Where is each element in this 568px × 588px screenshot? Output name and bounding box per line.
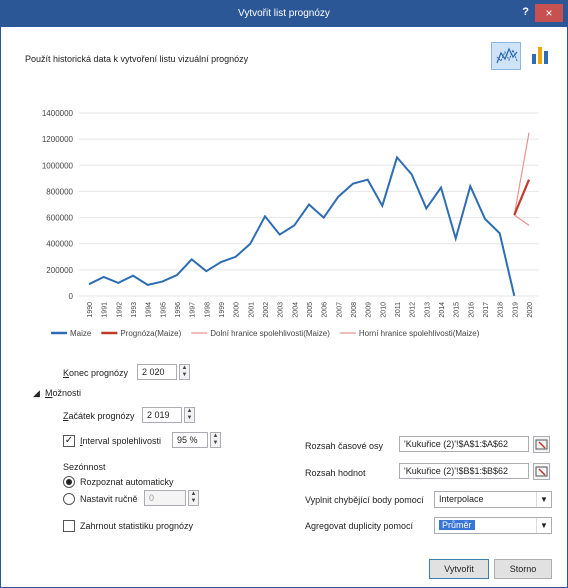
forecast-end-spinner[interactable]: ▲ ▼ [179, 364, 190, 380]
fill-missing-select[interactable]: Interpolace ▼ [434, 491, 552, 508]
forecast-start-label: Začátek prognózy [63, 411, 135, 421]
cancel-button[interactable]: Storno [494, 559, 552, 579]
collapse-triangle-icon: ◢ [33, 388, 40, 398]
x-tick-label: 2006 [322, 302, 329, 318]
seasonality-manual-label: Nastavit ručně [80, 494, 138, 504]
aggregate-value: Průměr [439, 520, 475, 530]
x-tick-label: 2004 [292, 302, 299, 318]
x-tick-label: 1994 [146, 302, 153, 318]
x-tick-label: 2011 [395, 302, 402, 317]
x-tick-label: 1996 [175, 302, 182, 318]
values-range-input[interactable]: 'Kukuřice (2)'!$B$1:$B$62 [399, 463, 529, 479]
forecast-dialog: Vytvořit list prognózy ? × Použít histor… [0, 0, 568, 588]
chevron-down-icon: ▼ [536, 492, 551, 507]
timeline-range-label: Rozsah časové osy [305, 441, 384, 451]
x-tick-label: 2009 [366, 302, 373, 318]
y-tick-label: 1000000 [42, 161, 74, 170]
line-chart-type-button[interactable] [491, 42, 521, 70]
x-tick-label: 1990 [87, 302, 94, 318]
y-tick-label: 1200000 [42, 135, 74, 144]
timeline-range-button[interactable] [533, 436, 550, 453]
confidence-spinner[interactable]: ▲ ▼ [210, 432, 221, 448]
x-tick-label: 2001 [248, 302, 255, 318]
x-tick-label: 2008 [351, 302, 358, 318]
y-tick-label: 0 [69, 292, 74, 301]
close-button[interactable]: × [535, 4, 563, 22]
aggregate-select[interactable]: Průměr ▼ [434, 517, 552, 534]
dialog-heading: Použít historická data k vytvoření listu… [25, 54, 249, 64]
series-line [513, 179, 531, 216]
legend-label: Dolní hranice spolehlivosti(Maize) [210, 329, 330, 338]
x-tick-label: 2000 [234, 302, 241, 318]
seasonality-auto-radio[interactable] [63, 476, 75, 488]
x-tick-label: 1998 [204, 302, 211, 318]
forecast-start-spinner[interactable]: ▲ ▼ [184, 407, 195, 423]
legend-label: Horní hranice spolehlivosti(Maize) [359, 329, 480, 338]
x-tick-label: 2003 [278, 302, 285, 318]
y-tick-label: 200000 [46, 266, 73, 275]
x-tick-label: 2010 [380, 302, 387, 318]
x-tick-label: 1999 [219, 302, 226, 318]
x-tick-label: 1991 [102, 302, 109, 318]
legend-label: Maize [70, 329, 92, 338]
x-tick-label: 2002 [263, 302, 270, 318]
fill-missing-value: Interpolace [439, 494, 484, 504]
x-tick-label: 2015 [454, 302, 461, 318]
x-tick-label: 2005 [307, 302, 314, 318]
forecast-start-input[interactable]: 2 019 [142, 407, 182, 423]
range-select-icon [535, 439, 548, 450]
x-tick-label: 2019 [512, 302, 519, 318]
line-chart-icon [496, 47, 518, 64]
series-line [88, 155, 516, 297]
range-select-icon [535, 466, 548, 477]
seasonality-manual-spinner[interactable]: ▲ ▼ [188, 490, 199, 506]
fill-missing-label: Vyplnit chybějící body pomocí [305, 495, 424, 505]
x-tick-label: 2007 [336, 302, 343, 318]
series-line [513, 132, 530, 216]
window-title: Vytvořit list prognózy [238, 8, 330, 19]
forecast-end-input[interactable]: 2 020 [137, 364, 177, 380]
x-tick-label: 1995 [160, 302, 167, 318]
options-expander[interactable]: ◢ Možnosti [33, 388, 81, 399]
help-button[interactable]: ? [522, 6, 529, 18]
x-tick-label: 2020 [527, 302, 534, 318]
values-range-label: Rozsah hodnot [305, 468, 366, 478]
include-stats-label: Zahrnout statistiku prognózy [80, 521, 194, 531]
y-tick-label: 400000 [46, 240, 73, 249]
x-tick-label: 1997 [190, 302, 197, 318]
timeline-range-input[interactable]: 'Kukuřice (2)'!$A$1:$A$62 [399, 436, 529, 452]
x-tick-label: 2012 [410, 302, 417, 318]
x-tick-label: 2014 [439, 302, 446, 318]
chevron-down-icon: ▼ [536, 518, 551, 533]
series-line [513, 214, 530, 226]
confidence-input[interactable]: 95 % [172, 432, 208, 448]
aggregate-label: Agregovat duplicity pomocí [305, 521, 414, 531]
x-tick-label: 1992 [116, 302, 123, 318]
seasonality-label: Sezónnost [63, 462, 106, 472]
seasonality-auto-label: Rozpoznat automaticky [80, 477, 174, 487]
legend-label: Prognóza(Maize) [120, 329, 181, 338]
x-tick-label: 2017 [483, 302, 490, 318]
y-tick-label: 600000 [46, 214, 73, 223]
seasonality-manual-radio[interactable] [63, 493, 75, 505]
x-tick-label: 2018 [498, 302, 505, 318]
x-tick-label: 2016 [468, 302, 475, 318]
include-stats-checkbox[interactable] [63, 520, 75, 532]
x-tick-label: 1993 [131, 302, 138, 318]
column-chart-icon [532, 47, 548, 64]
forecast-end-label: Konec prognózy [63, 368, 129, 378]
seasonality-manual-input[interactable]: 0 [144, 490, 186, 506]
column-chart-type-button[interactable] [525, 42, 555, 70]
x-tick-label: 2013 [424, 302, 431, 318]
values-range-button[interactable] [533, 463, 550, 480]
confidence-checkbox[interactable]: ✓ [63, 435, 75, 447]
y-tick-label: 1400000 [42, 109, 74, 118]
title-bar: Vytvořit list prognózy ? × [1, 1, 567, 27]
forecast-chart: 0 200000 400000 600000 800000 1000000 1200000 1… [42, 109, 539, 338]
y-tick-label: 800000 [46, 187, 73, 196]
create-button[interactable]: Vytvořit [429, 559, 489, 579]
confidence-label: Interval spolehlivosti [80, 436, 162, 446]
